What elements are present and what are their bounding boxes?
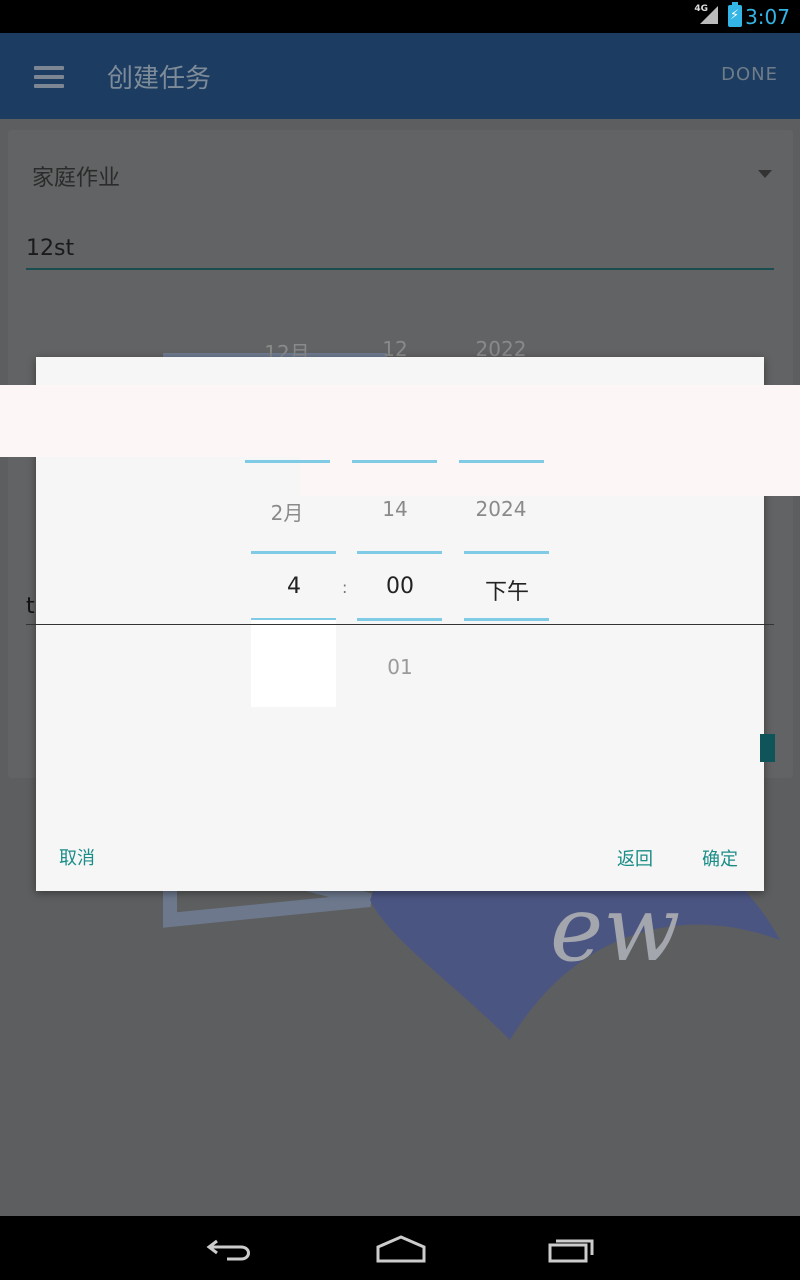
minute-picker[interactable]: 00 [357,574,443,599]
ampm-divider-bottom [464,618,549,621]
render-artifact [300,440,800,496]
hour-next-blank [251,620,336,707]
hour-picker[interactable]: 4 [251,574,337,599]
done-button[interactable]: DONE [721,64,778,85]
status-time: 3:07 [745,5,790,29]
task-name-input[interactable]: 12st [26,236,74,261]
input-underline [26,268,774,270]
hour-divider-top [251,551,336,554]
home-nav-icon[interactable] [374,1233,428,1265]
confirm-button[interactable]: 确定 [702,845,738,871]
back-button[interactable]: 返回 [617,845,653,871]
page-title: 创建任务 [107,64,212,94]
ampm-picker[interactable]: 下午 [464,574,550,606]
time-separator: : [342,578,348,597]
ampm-divider-top [464,551,549,554]
back-nav-icon[interactable] [205,1233,255,1265]
input-underline [26,624,774,625]
minute-divider-bottom [357,618,442,621]
task-type-spinner[interactable]: 家庭作业 [32,160,120,192]
date-year-value[interactable]: 2024 [451,497,551,521]
date-year-divider [459,460,544,463]
menu-icon[interactable] [34,66,64,88]
recent-apps-nav-icon[interactable] [546,1233,596,1265]
minute-next-value[interactable]: 01 [357,655,443,679]
date-day-value[interactable]: 14 [345,497,445,521]
dropdown-arrow-icon[interactable] [758,170,772,178]
date-day-divider [352,460,437,463]
status-bar [0,0,800,33]
minute-divider-top [357,551,442,554]
form-action-button[interactable] [760,734,775,762]
svg-text:ew: ew [550,877,680,982]
signal-icon [700,6,718,24]
battery-charging-icon: ⚡ [728,2,742,27]
second-input[interactable]: t [26,594,35,619]
date-month-divider [245,460,330,463]
date-month-value[interactable]: 2月 [237,497,337,526]
cancel-button[interactable]: 取消 [59,844,95,870]
